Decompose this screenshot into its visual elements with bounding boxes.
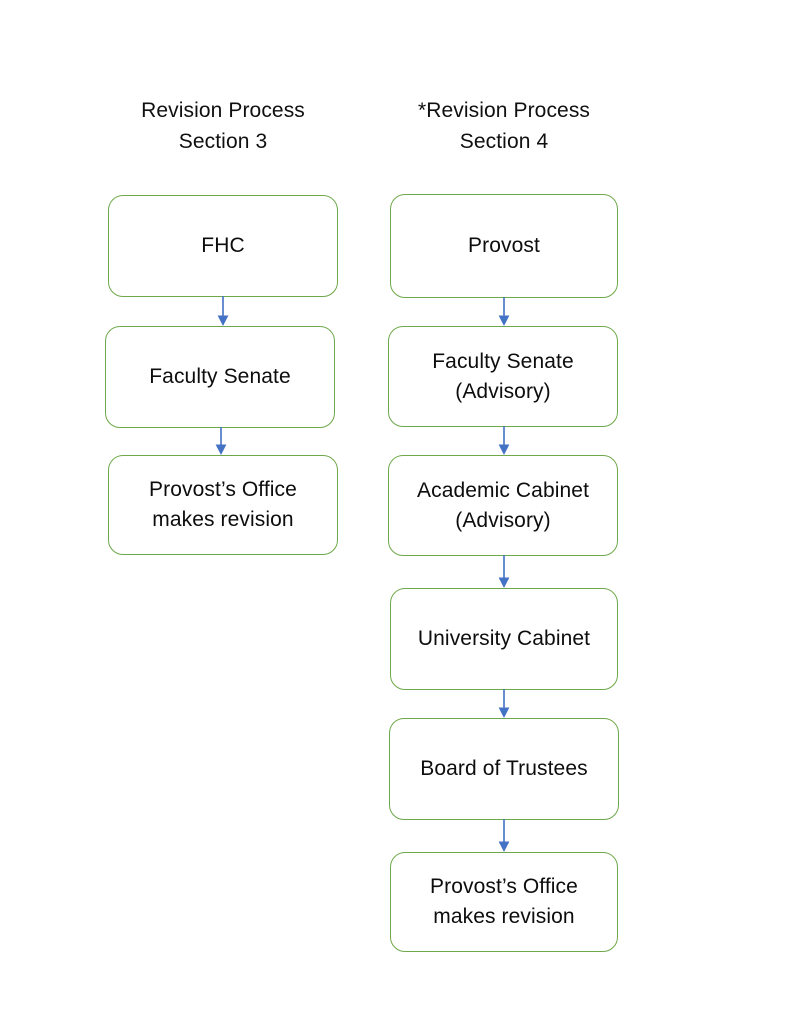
flow-node-line-2: makes revision xyxy=(433,905,575,928)
flow-node-label: Provost’s Office makes revision xyxy=(141,475,305,535)
arrow-down-icon xyxy=(498,426,510,455)
arrow-down-icon xyxy=(498,819,510,852)
flow-node-line-1: Provost’s Office xyxy=(430,875,578,898)
flow-node-line-2: (Advisory) xyxy=(455,508,551,532)
flow-node-university-cabinet[interactable]: University Cabinet xyxy=(390,588,618,690)
flow-node-label: Academic Cabinet (Advisory) xyxy=(409,476,597,536)
column-header-line-2: Section 4 xyxy=(459,130,549,153)
flow-node-fhc[interactable]: FHC xyxy=(108,195,338,297)
flow-node-line-1: Provost’s Office xyxy=(149,478,297,501)
column-header-line-1: *Revision Process xyxy=(417,99,591,122)
flow-node-faculty-senate[interactable]: Faculty Senate xyxy=(105,326,335,428)
flow-node-label: Faculty Senate (Advisory) xyxy=(424,347,581,407)
flow-node-label: Provost’s Office makes revision xyxy=(422,872,586,932)
flow-node-provost-office-makes-revision[interactable]: Provost’s Office makes revision xyxy=(108,455,338,555)
arrow-down-icon xyxy=(498,297,510,326)
flow-node-line-2: makes revision xyxy=(152,508,294,531)
arrow-academic-cabinet-to-university-cabinet xyxy=(495,555,513,589)
flow-node-provost[interactable]: Provost xyxy=(390,194,618,298)
column-header-line-2: Section 3 xyxy=(178,130,268,153)
flow-node-label: Faculty Senate xyxy=(141,362,298,392)
flow-node-line-1: Faculty Senate xyxy=(149,365,291,388)
flow-node-line-1: Faculty Senate xyxy=(432,349,574,373)
arrow-board-of-trustees-to-provost-office xyxy=(495,819,513,853)
arrow-faculty-senate-to-academic-cabinet xyxy=(495,426,513,456)
arrow-down-icon xyxy=(498,689,510,718)
arrow-university-cabinet-to-board-of-trustees xyxy=(495,689,513,719)
flow-node-line-1: Board of Trustees xyxy=(420,757,588,780)
arrow-down-icon xyxy=(498,555,510,588)
column-header-section-3: Revision Process Section 3 xyxy=(83,95,363,157)
arrow-faculty-senate-to-provost-office xyxy=(212,427,230,456)
flow-node-label: Board of Trustees xyxy=(412,754,595,784)
flowchart-canvas: Revision Process Section 3 FHC Faculty S… xyxy=(0,0,791,1024)
column-header-section-4: *Revision Process Section 4 xyxy=(364,95,644,157)
flow-node-label: Provost xyxy=(460,231,548,261)
flow-node-faculty-senate-advisory[interactable]: Faculty Senate (Advisory) xyxy=(388,326,618,427)
flow-node-line-1: FHC xyxy=(201,234,245,257)
arrow-down-icon xyxy=(215,427,227,455)
flow-node-line-1: Academic Cabinet xyxy=(416,478,590,502)
flow-node-line-1: Provost xyxy=(468,234,540,257)
flow-node-provost-office-makes-revision[interactable]: Provost’s Office makes revision xyxy=(390,852,618,952)
arrow-down-icon xyxy=(217,296,229,326)
flow-node-line-1: University Cabinet xyxy=(417,627,591,650)
column-header-line-1: Revision Process xyxy=(141,99,305,122)
flow-node-academic-cabinet-advisory[interactable]: Academic Cabinet (Advisory) xyxy=(388,455,618,556)
flow-node-label: FHC xyxy=(193,231,252,261)
flow-node-board-of-trustees[interactable]: Board of Trustees xyxy=(389,718,619,820)
flow-node-line-2: (Advisory) xyxy=(455,379,551,403)
flow-node-label: University Cabinet xyxy=(410,624,598,654)
arrow-fhc-to-faculty-senate xyxy=(214,296,232,327)
arrow-provost-to-faculty-senate xyxy=(495,297,513,327)
